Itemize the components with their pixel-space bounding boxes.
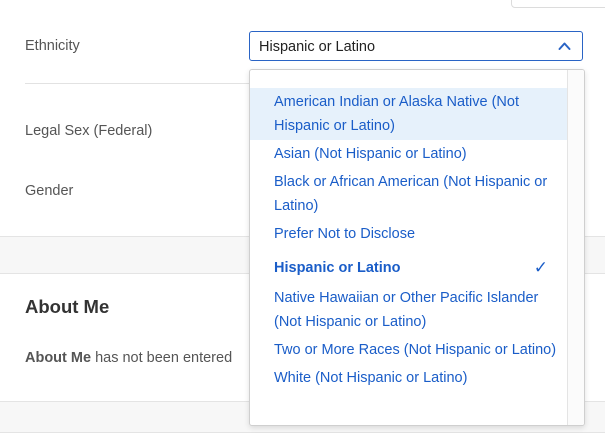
- top-right-control[interactable]: [511, 0, 605, 8]
- ethnicity-option-label: Native Hawaiian or Other Pacific Islande…: [274, 290, 539, 330]
- ethnicity-option[interactable]: Native Hawaiian or Other Pacific Islande…: [250, 284, 570, 336]
- about-me-label: About Me: [25, 350, 92, 366]
- ethnicity-option-label: Black or African American (Not Hispanic …: [274, 174, 548, 214]
- ethnicity-option-label: White (Not Hispanic or Latino): [274, 370, 468, 386]
- gender-label: Gender: [25, 183, 74, 199]
- legal-sex-label: Legal Sex (Federal): [25, 123, 153, 139]
- ethnicity-option[interactable]: Two or More Races (Not Hispanic or Latin…: [250, 336, 570, 364]
- ethnicity-dropdown-menu[interactable]: American Indian or Alaska Native (Not Hi…: [249, 69, 585, 426]
- ethnicity-options-list: American Indian or Alaska Native (Not Hi…: [250, 88, 570, 392]
- ethnicity-option[interactable]: Black or African American (Not Hispanic …: [250, 168, 570, 220]
- ethnicity-option[interactable]: Hispanic or Latino ✓: [250, 254, 570, 282]
- divider: [25, 83, 250, 84]
- chevron-up-icon: [558, 42, 571, 50]
- ethnicity-option[interactable]: Prefer Not to Disclose: [250, 220, 570, 248]
- ethnicity-option-label: Hispanic or Latino: [274, 260, 401, 276]
- ethnicity-option-label: American Indian or Alaska Native (Not Hi…: [274, 94, 519, 134]
- ethnicity-option[interactable]: American Indian or Alaska Native (Not Hi…: [250, 88, 570, 140]
- dropdown-scrollbar[interactable]: [567, 70, 584, 425]
- ethnicity-option-label: Prefer Not to Disclose: [274, 226, 416, 242]
- ethnicity-select-value: Hispanic or Latino: [259, 39, 376, 55]
- ethnicity-option-label: Asian (Not Hispanic or Latino): [274, 146, 467, 162]
- about-me-text: About Me has not been entered: [25, 350, 232, 366]
- ethnicity-option[interactable]: Asian (Not Hispanic or Latino): [250, 140, 570, 168]
- ethnicity-option[interactable]: White (Not Hispanic or Latino): [250, 364, 570, 392]
- ethnicity-label: Ethnicity: [25, 38, 80, 54]
- about-me-heading: About Me: [25, 296, 110, 317]
- ethnicity-select[interactable]: Hispanic or Latino: [249, 31, 583, 61]
- about-me-status: has not been entered: [91, 350, 233, 366]
- checkmark-icon: ✓: [533, 258, 548, 277]
- ethnicity-option-label: Two or More Races (Not Hispanic or Latin…: [274, 342, 557, 358]
